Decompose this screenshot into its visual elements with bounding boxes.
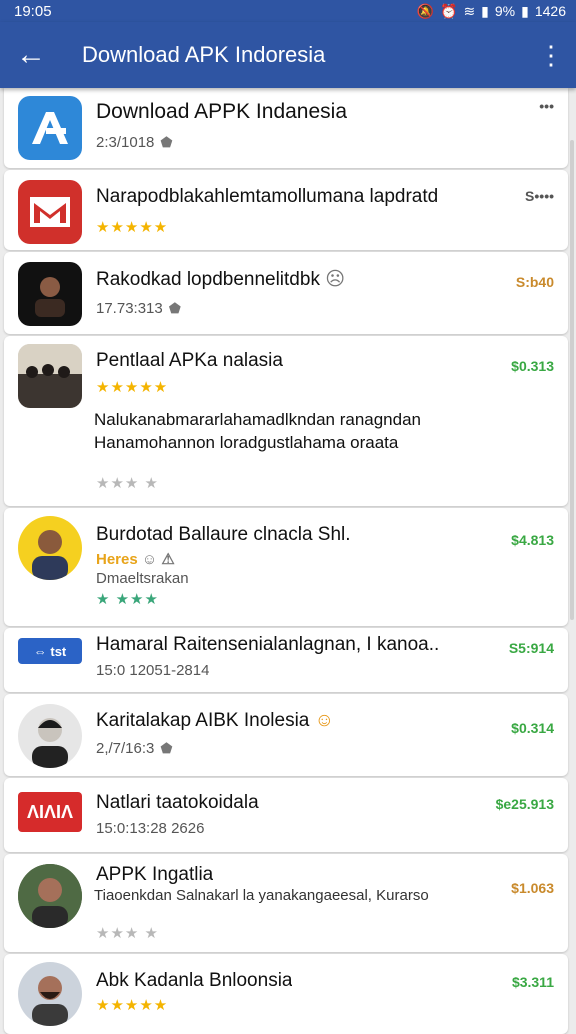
rating-stars-secondary: ★★★ ★: [96, 925, 159, 942]
rating-stars: ★★★★★: [96, 379, 169, 396]
app-price: $4.813: [511, 532, 554, 548]
app-price: S••••: [525, 188, 554, 204]
man-portrait-icon: [18, 704, 82, 768]
red-logo-icon: ΛΙΛΙΛ: [18, 792, 82, 832]
app-name: Download APPK Indanesia: [96, 100, 348, 123]
app-price: $0.313: [511, 358, 554, 374]
item-more[interactable]: •••: [539, 98, 554, 114]
more-vert-icon[interactable]: ⋮: [526, 22, 576, 88]
battery-text: 9%: [494, 3, 516, 19]
list-item[interactable]: ⇔ tst Hamaral Raitensenialanlagnan, I ka…: [4, 628, 568, 692]
app-sub: 15:0:13:28 2626: [96, 820, 205, 837]
list-item[interactable]: Burdotad Ballaure clnacla Shl. Heres ☺ ⚠…: [4, 508, 568, 626]
wifi-icon: ≋: [463, 2, 476, 19]
man-photo-icon: [18, 864, 82, 928]
gmail-style-icon: [18, 180, 82, 244]
status-icons: 🔕 ⏰ ≋ ▮ 9% ▮ 1426: [417, 3, 566, 20]
app-price: S5:914: [508, 640, 554, 656]
app-sub: 15:0 12051-2814: [96, 662, 210, 679]
app-name: Abk Kadanla Bnloonsia: [96, 970, 293, 991]
app-price: $e25.913: [495, 796, 554, 812]
list-item[interactable]: Pentlaal APKa nalasia ★★★★★ Nalukanabmar…: [4, 336, 568, 506]
app-price: $3.311: [511, 974, 554, 990]
bearded-man-icon: [18, 962, 82, 1026]
app-name: Burdotad Ballaure clnacla Shl.: [96, 524, 351, 545]
group-photo-icon: [18, 344, 82, 408]
app-sub: 2,/7/16:3 ⬟: [96, 740, 173, 757]
rating-stars: ★★★★★: [96, 219, 169, 236]
status-clock: 1426: [534, 3, 566, 19]
app-price: S:b40: [515, 274, 554, 290]
blue-banner-icon: ⇔ tst: [18, 638, 82, 664]
alarm-icon: ⏰: [440, 2, 458, 19]
page-title: Download APK Indoresia: [82, 42, 326, 67]
arrow-back-icon[interactable]: ←: [0, 22, 62, 88]
app-sub: 2:3/1018 ⬟: [96, 134, 173, 151]
app-name: Karitalakap AIBK Inolesia ☺: [96, 710, 335, 731]
list-item[interactable]: Abk Kadanla Bnloonsia ★★★★★ $3.311: [4, 954, 568, 1034]
app-price: $0.314: [511, 720, 554, 736]
list-item[interactable]: Karitalakap AIBK Inolesia ☺ 2,/7/16:3 ⬟ $…: [4, 694, 568, 776]
battery-icon: ▮: [521, 2, 529, 19]
apk-logo-icon: [18, 96, 82, 160]
app-sub: 17.73:313 ⬟: [96, 300, 181, 317]
app-price: $1.063: [511, 880, 554, 896]
status-time: 19:05: [14, 2, 52, 20]
list-item[interactable]: ΛΙΛΙΛ Natlari taatokoidala 15:0:13:28 26…: [4, 778, 568, 852]
list-item[interactable]: Rakodkad lopdbennelitdbk ☹ 17.73:313 ⬟ S:…: [4, 252, 568, 334]
list-item[interactable]: Narapodblakahlemtamollumana lapdratd ★★★…: [4, 170, 568, 250]
signal-icon: ▮: [481, 2, 489, 19]
app-sub: Dmaeltsrakan: [96, 570, 189, 587]
mute-icon: 🔕: [416, 2, 434, 19]
app-name: Natlari taatokoidala: [96, 792, 259, 813]
scrollbar[interactable]: [570, 140, 574, 620]
person-photo-icon: [18, 262, 82, 326]
pin-icon: ⬟: [160, 134, 173, 150]
rating-stars: ★ ★★★: [96, 591, 159, 608]
app-description: Nalukanabmararlahamadlkndan ranagndan Ha…: [94, 410, 422, 452]
app-name: Narapodblakahlemtamollumana lapdratd: [96, 186, 439, 207]
list-item[interactable]: Download APPK Indanesia 2:3/1018 ⬟ •••: [4, 88, 568, 168]
app-sub-accent: Heres ☺ ⚠: [96, 551, 175, 568]
rating-stars-secondary: ★★★ ★: [96, 475, 159, 492]
avatar-photo-icon: [18, 516, 82, 580]
list-item[interactable]: APPK Ingatlia Tiaoenkdan Salnakarl la ya…: [4, 854, 568, 952]
app-name: Hamaral Raitensenialanlagnan, I kanoa..: [96, 634, 440, 655]
app-description: Tiaoenkdan Salnakarl la yanakangaeesal, …: [94, 887, 429, 904]
app-name: Pentlaal APKa nalasia: [96, 350, 283, 371]
app-name: APPK Ingatlia: [96, 864, 214, 885]
app-name: Rakodkad lopdbennelitdbk ☹: [96, 269, 346, 290]
status-bar: 19:05 🔕 ⏰ ≋ ▮ 9% ▮ 1426: [0, 0, 576, 22]
rating-stars: ★★★★★: [96, 997, 169, 1014]
app-bar: ← Download APK Indoresia ⋮: [0, 22, 576, 88]
